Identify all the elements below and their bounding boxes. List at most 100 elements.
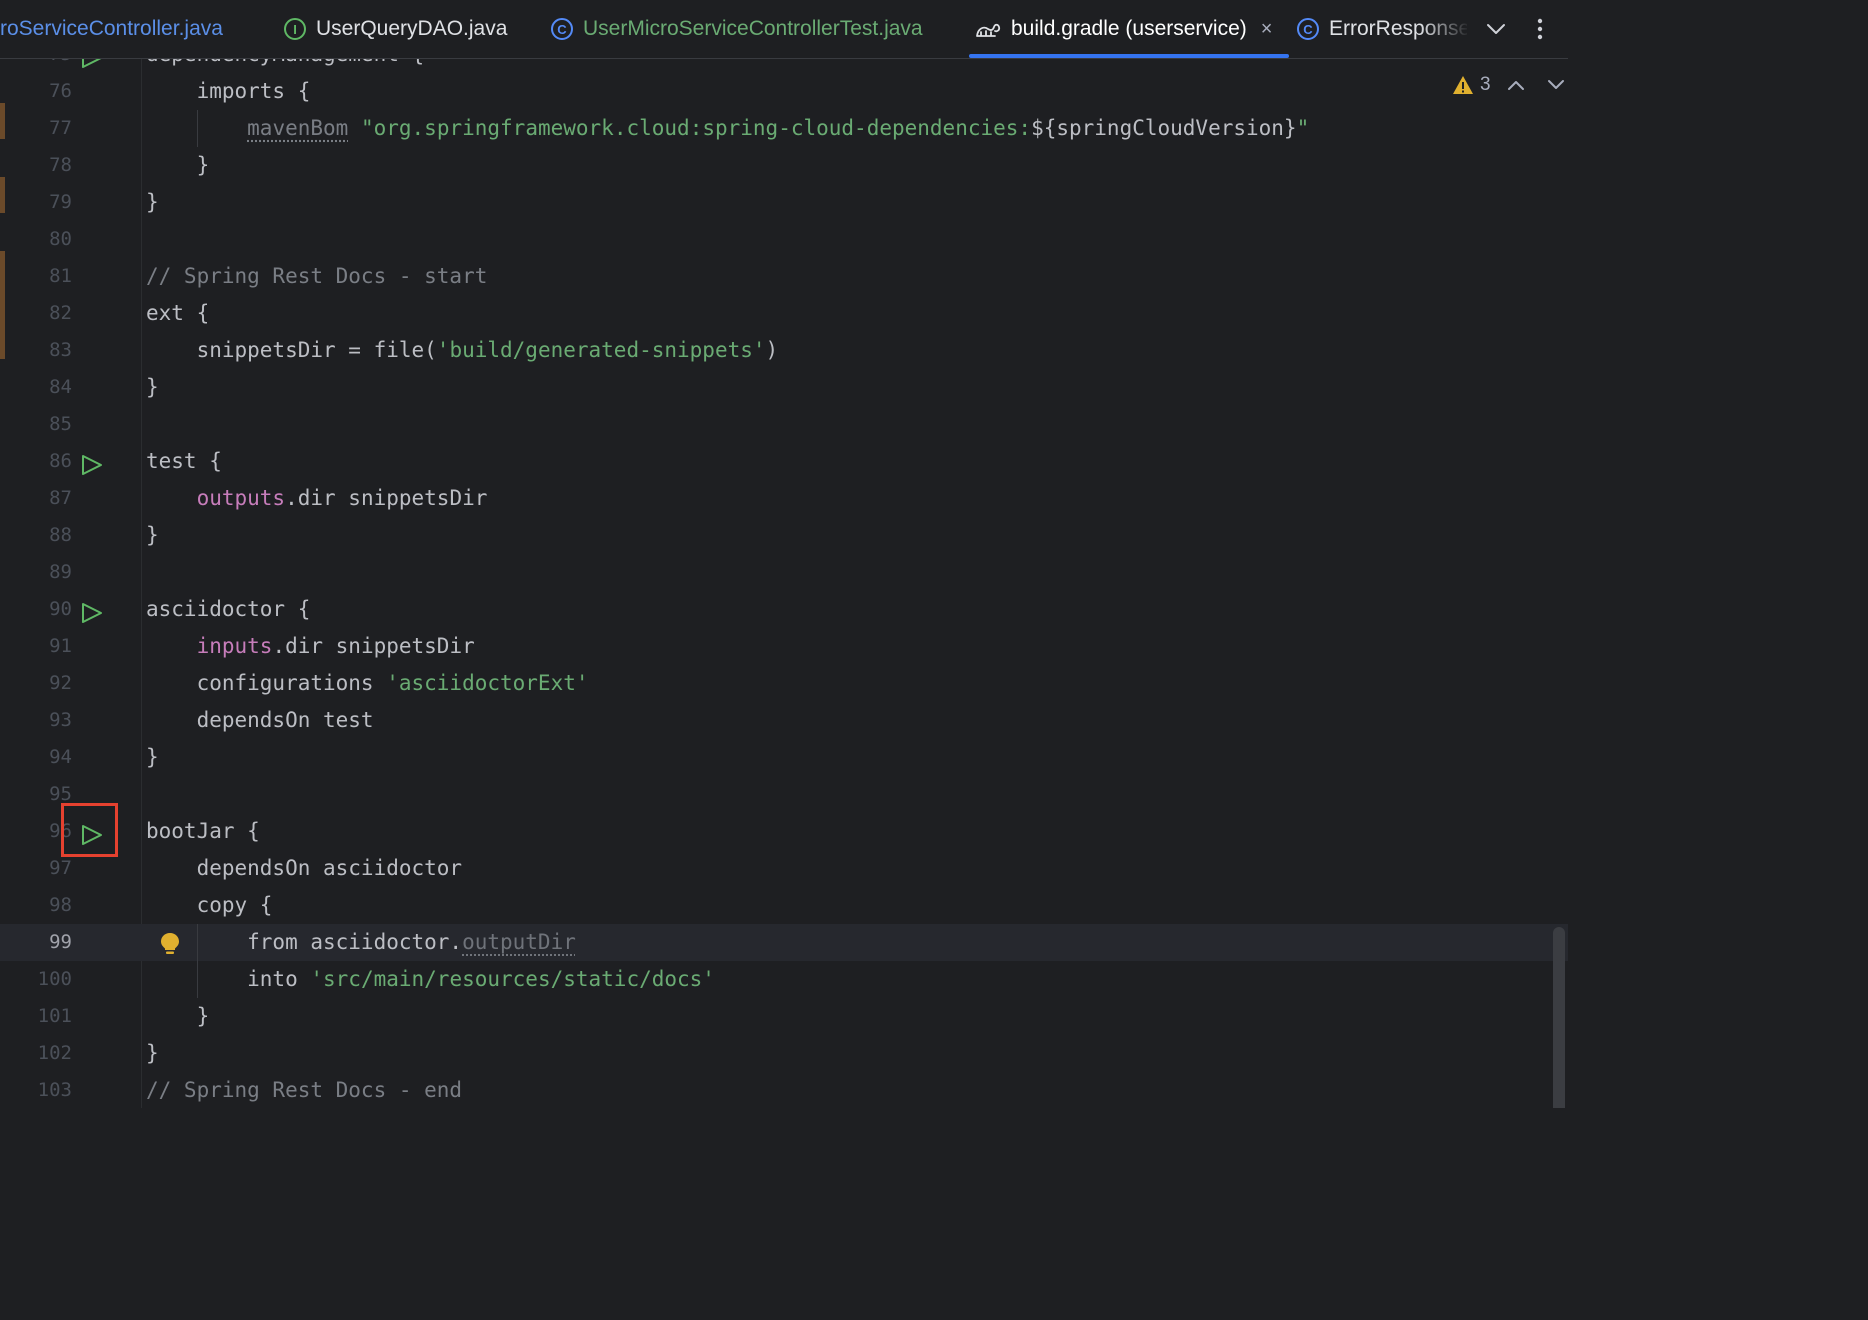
line-number[interactable]: 98 xyxy=(0,887,72,924)
line-number[interactable]: 99 xyxy=(0,924,72,961)
code-line[interactable]: 93 dependsOn test xyxy=(0,702,1568,739)
code-text[interactable]: dependencyManagement { xyxy=(146,59,424,73)
tab-user-query-dao[interactable]: I UserQueryDAO.java xyxy=(284,0,524,58)
line-number[interactable]: 100 xyxy=(0,961,72,998)
code-text[interactable]: } xyxy=(146,184,159,221)
code-line[interactable]: 76 imports { xyxy=(0,73,1568,110)
line-number[interactable]: 82 xyxy=(0,295,72,332)
line-number[interactable]: 75 xyxy=(0,59,72,73)
code-line[interactable]: 89 xyxy=(0,554,1568,591)
line-number[interactable]: 83 xyxy=(0,332,72,369)
tab-user-micro-service-controller-test[interactable]: C UserMicroServiceControllerTest.java xyxy=(551,0,951,58)
code-text[interactable]: } xyxy=(146,998,210,1035)
more-options-button[interactable] xyxy=(1522,0,1558,58)
code-line[interactable]: 92 configurations 'asciidoctorExt' xyxy=(0,665,1568,702)
code-text[interactable]: ext { xyxy=(146,295,209,332)
code-text[interactable]: outputs.dir snippetsDir xyxy=(146,480,488,517)
line-number[interactable]: 79 xyxy=(0,184,72,221)
tab-error-response[interactable]: C ErrorResponse xyxy=(1297,0,1467,58)
code-line[interactable]: 75 dependencyManagement { xyxy=(0,59,1568,73)
previous-highlight-button[interactable] xyxy=(1507,79,1525,91)
code-line[interactable]: 82 ext { xyxy=(0,295,1568,332)
code-text[interactable]: } xyxy=(146,147,210,184)
code-text[interactable]: } xyxy=(146,369,159,406)
code-line[interactable]: 86 test { xyxy=(0,443,1568,480)
tab-micro-service-controller[interactable]: roServiceController.java xyxy=(0,0,250,58)
code-line[interactable]: 103 // Spring Rest Docs - end xyxy=(0,1072,1568,1108)
code-line[interactable]: 78 } xyxy=(0,147,1568,184)
code-line[interactable]: 101 } xyxy=(0,998,1568,1035)
line-number[interactable]: 95 xyxy=(0,776,72,813)
line-number[interactable]: 91 xyxy=(0,628,72,665)
line-number[interactable]: 77 xyxy=(0,110,72,147)
code-line[interactable]: 81 // Spring Rest Docs - start xyxy=(0,258,1568,295)
code-line[interactable]: 99 from asciidoctor.outputDir xyxy=(0,924,1568,961)
line-number[interactable]: 78 xyxy=(0,147,72,184)
line-number[interactable]: 80 xyxy=(0,221,72,258)
vertical-scrollbar[interactable] xyxy=(1553,927,1565,1108)
code-line[interactable]: 85 xyxy=(0,406,1568,443)
code-text[interactable]: dependsOn asciidoctor xyxy=(146,850,463,887)
code-line[interactable]: 94} xyxy=(0,739,1568,776)
code-text[interactable]: test { xyxy=(146,443,222,480)
line-number[interactable]: 87 xyxy=(0,480,72,517)
line-number[interactable]: 103 xyxy=(0,1072,72,1108)
code-text[interactable]: from asciidoctor.outputDir xyxy=(146,924,576,961)
code-text[interactable]: inputs.dir snippetsDir xyxy=(146,628,475,665)
code-text[interactable]: bootJar { xyxy=(146,813,260,850)
code-line[interactable]: 80 xyxy=(0,221,1568,258)
line-number[interactable]: 101 xyxy=(0,998,72,1035)
code-text[interactable]: mavenBom "org.springframework.cloud:spri… xyxy=(146,110,1309,147)
line-number[interactable]: 84 xyxy=(0,369,72,406)
line-number[interactable]: 88 xyxy=(0,517,72,554)
run-icon[interactable] xyxy=(80,59,104,68)
line-number[interactable]: 86 xyxy=(0,443,72,480)
show-hidden-tabs-button[interactable] xyxy=(1478,0,1514,58)
code-line[interactable]: 79} xyxy=(0,184,1568,221)
code-line[interactable]: 96 bootJar { xyxy=(0,813,1568,850)
code-text[interactable]: // Spring Rest Docs - start xyxy=(146,258,487,295)
code-line[interactable]: 97 dependsOn asciidoctor xyxy=(0,850,1568,887)
code-line[interactable]: 95 xyxy=(0,776,1568,813)
code-text[interactable]: copy { xyxy=(146,887,273,924)
run-icon[interactable] xyxy=(80,599,104,623)
code-line[interactable]: 87 outputs.dir snippetsDir xyxy=(0,480,1568,517)
line-number[interactable]: 96 xyxy=(0,813,72,850)
code-line[interactable]: 102} xyxy=(0,1035,1568,1072)
code-text[interactable]: dependsOn test xyxy=(146,702,374,739)
line-number[interactable]: 94 xyxy=(0,739,72,776)
code-line[interactable]: 77 mavenBom "org.springframework.cloud:s… xyxy=(0,110,1568,147)
line-number[interactable]: 97 xyxy=(0,850,72,887)
code-line[interactable]: 84} xyxy=(0,369,1568,406)
line-number[interactable]: 102 xyxy=(0,1035,72,1072)
code-line[interactable]: 88} xyxy=(0,517,1568,554)
run-icon[interactable] xyxy=(80,451,104,475)
code-text[interactable]: imports { xyxy=(146,73,311,110)
line-number[interactable]: 90 xyxy=(0,591,72,628)
next-highlight-button[interactable] xyxy=(1547,79,1565,91)
code-text[interactable]: snippetsDir = file('build/generated-snip… xyxy=(146,332,779,369)
line-number[interactable]: 92 xyxy=(0,665,72,702)
tab-build-gradle[interactable]: build.gradle (userservice) × xyxy=(969,0,1289,58)
code-editor[interactable]: 75dependencyManagement {76 imports {77 m… xyxy=(0,59,1568,1108)
line-number[interactable]: 93 xyxy=(0,702,72,739)
code-text[interactable]: asciidoctor { xyxy=(146,591,310,628)
line-number[interactable]: 81 xyxy=(0,258,72,295)
close-icon[interactable]: × xyxy=(1261,18,1273,41)
code-text[interactable]: } xyxy=(146,739,159,776)
code-line[interactable]: 90 asciidoctor { xyxy=(0,591,1568,628)
code-text[interactable]: // Spring Rest Docs - end xyxy=(146,1072,462,1108)
line-number[interactable]: 76 xyxy=(0,73,72,110)
code-line[interactable]: 91 inputs.dir snippetsDir xyxy=(0,628,1568,665)
code-text[interactable]: } xyxy=(146,517,159,554)
line-number[interactable]: 85 xyxy=(0,406,72,443)
code-line[interactable]: 100 into 'src/main/resources/static/docs… xyxy=(0,961,1568,998)
code-line[interactable]: 98 copy { xyxy=(0,887,1568,924)
code-text[interactable]: into 'src/main/resources/static/docs' xyxy=(146,961,715,998)
line-number[interactable]: 89 xyxy=(0,554,72,591)
code-text[interactable]: configurations 'asciidoctorExt' xyxy=(146,665,589,702)
run-icon[interactable] xyxy=(80,821,104,845)
code-line[interactable]: 83 snippetsDir = file('build/generated-s… xyxy=(0,332,1568,369)
inspection-widget[interactable]: 3 xyxy=(1452,69,1565,101)
code-text[interactable]: } xyxy=(146,1035,159,1072)
